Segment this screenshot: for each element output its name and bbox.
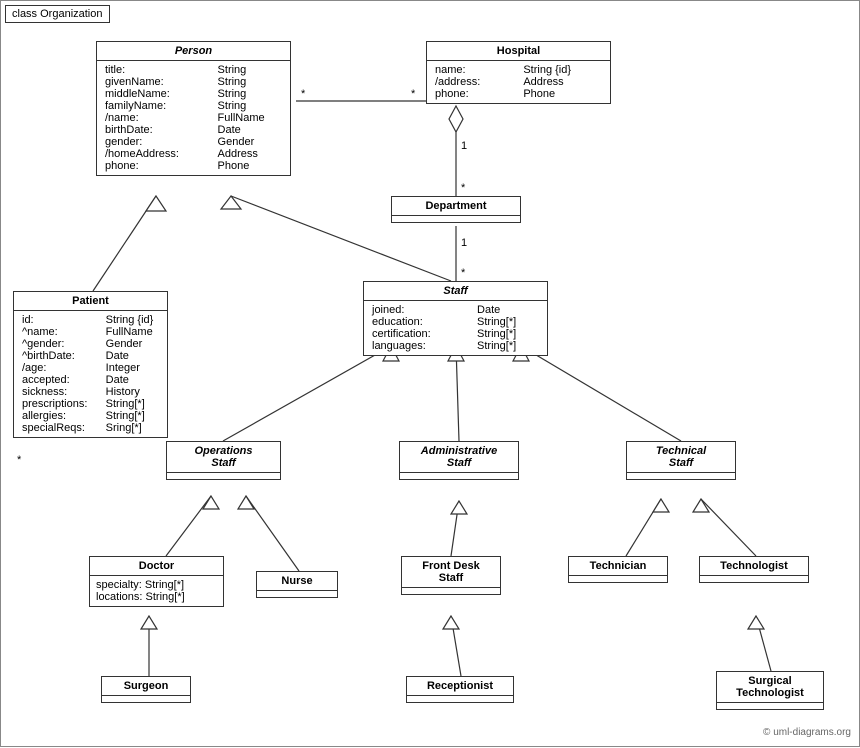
class-receptionist-body bbox=[407, 696, 513, 702]
class-technician: Technician bbox=[568, 556, 668, 583]
class-hospital-body: name:String {id} /address:Address phone:… bbox=[427, 61, 610, 103]
class-patient: Patient id:String {id} ^name:FullName ^g… bbox=[13, 291, 168, 438]
svg-text:1: 1 bbox=[461, 237, 467, 249]
class-receptionist-header: Receptionist bbox=[407, 677, 513, 696]
svg-text:*: * bbox=[301, 88, 306, 100]
svg-text:*: * bbox=[411, 88, 416, 100]
class-patient-body: id:String {id} ^name:FullName ^gender:Ge… bbox=[14, 311, 167, 437]
class-front-desk-staff: Front DeskStaff bbox=[401, 556, 501, 595]
class-surgeon-body bbox=[102, 696, 190, 702]
class-person: Person title:String givenName:String mid… bbox=[96, 41, 291, 176]
class-person-body: title:String givenName:String middleName… bbox=[97, 61, 290, 175]
class-doctor-header: Doctor bbox=[90, 557, 223, 576]
class-surgical-technologist-body bbox=[717, 703, 823, 709]
class-operations-staff: OperationsStaff bbox=[166, 441, 281, 480]
watermark: © uml-diagrams.org bbox=[763, 727, 851, 738]
class-hospital-header: Hospital bbox=[427, 42, 610, 61]
frame-label: class Organization bbox=[5, 5, 110, 23]
class-surgeon: Surgeon bbox=[101, 676, 191, 703]
class-administrative-staff-header: AdministrativeStaff bbox=[400, 442, 518, 473]
svg-text:*: * bbox=[461, 182, 466, 194]
class-administrative-staff: AdministrativeStaff bbox=[399, 441, 519, 480]
class-surgical-technologist-header: SurgicalTechnologist bbox=[717, 672, 823, 703]
class-person-header: Person bbox=[97, 42, 290, 61]
svg-text:1: 1 bbox=[461, 140, 467, 152]
class-surgical-technologist: SurgicalTechnologist bbox=[716, 671, 824, 710]
class-front-desk-staff-body bbox=[402, 588, 500, 594]
class-staff: Staff joined:Date education:String[*] ce… bbox=[363, 281, 548, 356]
class-doctor-body: specialty: String[*] locations: String[*… bbox=[90, 576, 223, 606]
class-department-body bbox=[392, 216, 520, 222]
class-operations-staff-header: OperationsStaff bbox=[167, 442, 280, 473]
class-nurse-body bbox=[257, 591, 337, 597]
class-technician-body bbox=[569, 576, 667, 582]
class-department-header: Department bbox=[392, 197, 520, 216]
class-operations-staff-body bbox=[167, 473, 280, 479]
class-technologist: Technologist bbox=[699, 556, 809, 583]
class-administrative-staff-body bbox=[400, 473, 518, 479]
class-department: Department bbox=[391, 196, 521, 223]
class-surgeon-header: Surgeon bbox=[102, 677, 190, 696]
class-technical-staff: TechnicalStaff bbox=[626, 441, 736, 480]
class-hospital: Hospital name:String {id} /address:Addre… bbox=[426, 41, 611, 104]
class-patient-header: Patient bbox=[14, 292, 167, 311]
class-technical-staff-body bbox=[627, 473, 735, 479]
class-nurse-header: Nurse bbox=[257, 572, 337, 591]
class-nurse: Nurse bbox=[256, 571, 338, 598]
class-technical-staff-header: TechnicalStaff bbox=[627, 442, 735, 473]
class-receptionist: Receptionist bbox=[406, 676, 514, 703]
class-technologist-header: Technologist bbox=[700, 557, 808, 576]
class-front-desk-staff-header: Front DeskStaff bbox=[402, 557, 500, 588]
diagram-container: class Organization * * 1 * 1 * * bbox=[0, 0, 860, 747]
class-staff-body: joined:Date education:String[*] certific… bbox=[364, 301, 547, 355]
class-staff-header: Staff bbox=[364, 282, 547, 301]
svg-text:*: * bbox=[461, 267, 466, 279]
svg-text:*: * bbox=[17, 454, 22, 466]
class-technician-header: Technician bbox=[569, 557, 667, 576]
class-technologist-body bbox=[700, 576, 808, 582]
class-doctor: Doctor specialty: String[*] locations: S… bbox=[89, 556, 224, 607]
